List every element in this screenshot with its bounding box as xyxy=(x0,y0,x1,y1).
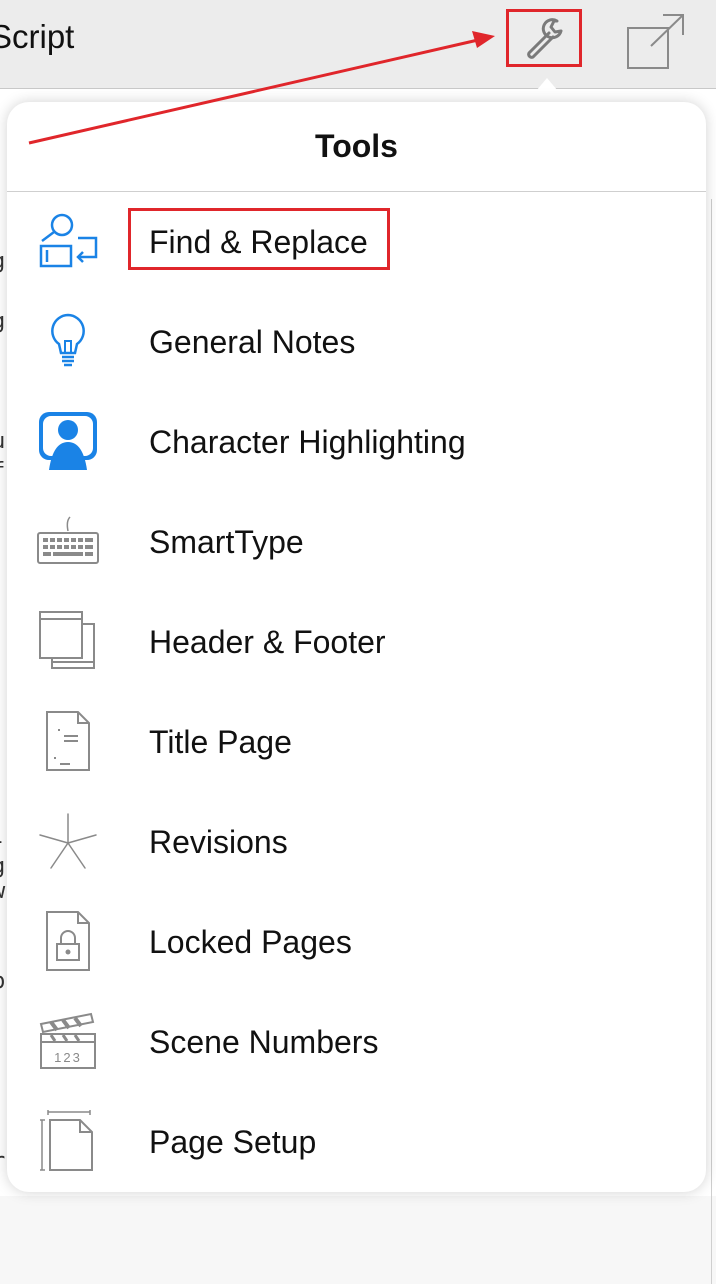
menu-item-header-footer[interactable]: Header & Footer xyxy=(7,592,706,692)
menu-item-label: Locked Pages xyxy=(149,923,352,960)
doc-fragment: r xyxy=(0,1149,5,1174)
clapperboard-icon: 123 xyxy=(35,1008,101,1074)
doc-fragment: g xyxy=(0,309,5,334)
clapper-text: 123 xyxy=(54,1050,82,1065)
share-icon xyxy=(627,14,684,69)
menu-item-label: Title Page xyxy=(149,723,292,760)
top-toolbar: Script xyxy=(0,0,716,89)
popover-title: Tools xyxy=(7,102,706,192)
asterisk-icon xyxy=(35,808,101,874)
app-title: Script xyxy=(0,18,75,55)
doc-fragment: b xyxy=(0,969,5,994)
doc-fragment: g xyxy=(0,854,5,879)
doc-fragment: w xyxy=(0,879,5,904)
doc-fragment: u xyxy=(0,429,5,454)
menu-item-page-setup[interactable]: Page Setup xyxy=(7,1092,706,1192)
doc-fragment: . xyxy=(0,549,5,574)
menu-item-title-page[interactable]: Title Page xyxy=(7,692,706,792)
menu-item-label: Page Setup xyxy=(149,1123,317,1160)
menu-item-label: General Notes xyxy=(149,323,356,360)
header-footer-icon xyxy=(35,608,101,674)
lightbulb-icon xyxy=(35,308,101,374)
menu-item-label: Header & Footer xyxy=(149,623,386,660)
menu-item-label: Revisions xyxy=(149,823,288,860)
menu-item-label: Character Highlighting xyxy=(149,423,466,460)
doc-fragment: f xyxy=(0,459,5,484)
share-button[interactable] xyxy=(625,12,687,72)
locked-page-icon xyxy=(35,908,101,974)
person-icon xyxy=(35,408,101,474)
tools-menu: Find & Replace General Notes Character H… xyxy=(7,192,706,1192)
doc-fragment: g xyxy=(0,249,5,274)
menu-item-general-notes[interactable]: General Notes xyxy=(7,292,706,392)
doc-fragment: - xyxy=(0,829,5,854)
popover-caret xyxy=(525,78,569,104)
menu-item-label: SmartType xyxy=(149,523,304,560)
wrench-icon xyxy=(527,18,563,59)
tools-button[interactable] xyxy=(506,9,582,67)
menu-item-character-highlighting[interactable]: Character Highlighting xyxy=(7,392,706,492)
title-page-icon xyxy=(35,708,101,774)
keyboard-icon xyxy=(35,508,101,574)
menu-item-locked-pages[interactable]: Locked Pages xyxy=(7,892,706,992)
find-replace-highlight-box xyxy=(128,208,390,270)
menu-item-revisions[interactable]: Revisions xyxy=(7,792,706,892)
menu-item-label: Scene Numbers xyxy=(149,1023,379,1060)
menu-item-scene-numbers[interactable]: 123 Scene Numbers xyxy=(7,992,706,1092)
page-setup-icon xyxy=(35,1108,101,1174)
find-replace-icon xyxy=(35,208,101,274)
menu-item-smarttype[interactable]: SmartType xyxy=(7,492,706,592)
